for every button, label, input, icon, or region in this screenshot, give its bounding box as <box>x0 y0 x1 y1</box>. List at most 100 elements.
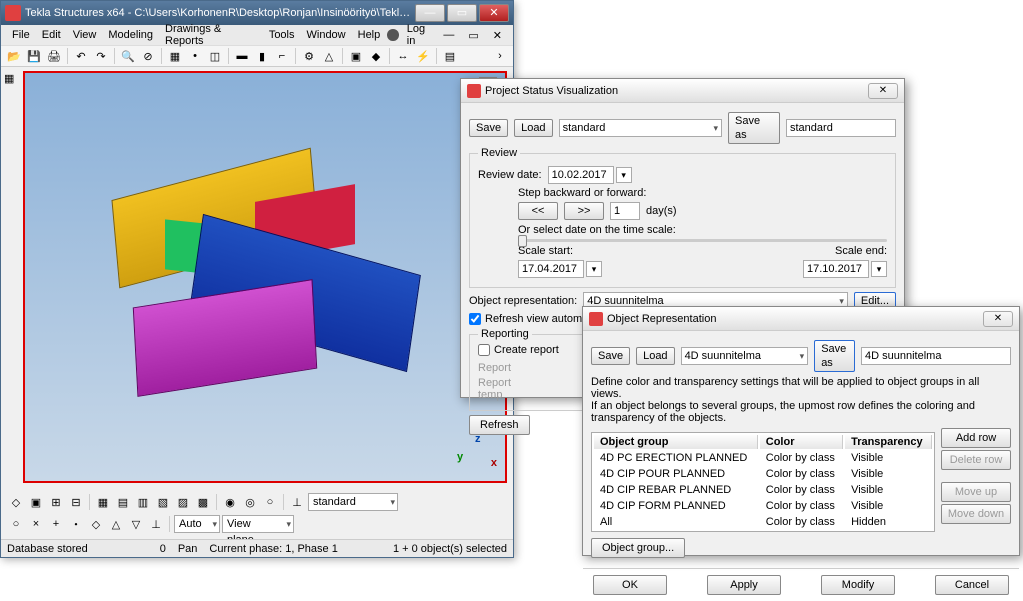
menu-help[interactable]: Help <box>353 28 386 42</box>
table-row[interactable]: 4D CIP FORM PLANNEDColor by classVisible <box>594 499 932 513</box>
delete-row-button[interactable]: Delete row <box>941 450 1011 470</box>
snapH-icon[interactable]: ⊥ <box>147 515 165 533</box>
obj-close-icon[interactable]: ✕ <box>983 311 1013 327</box>
menu-file[interactable]: File <box>7 28 35 42</box>
cell-group[interactable]: 4D CIP REBAR PLANNED <box>594 483 758 497</box>
close-button[interactable]: ✕ <box>479 4 509 22</box>
col-group[interactable]: Object group <box>594 435 758 449</box>
psv-step-fwd-button[interactable]: >> <box>564 202 604 220</box>
filter6-icon[interactable]: ▩ <box>194 493 212 511</box>
obj-save-as-field[interactable] <box>861 347 1011 365</box>
menu-drawings[interactable]: Drawings & Reports <box>160 22 262 48</box>
psv-save-as-button[interactable]: Save as <box>728 112 780 144</box>
calendar-icon[interactable]: ▾ <box>586 261 602 277</box>
psv-preset-combo[interactable]: standard <box>559 119 722 137</box>
cell-trans[interactable]: Visible <box>845 499 932 513</box>
plot-icon[interactable]: 🖨 <box>45 47 63 65</box>
close-inner-icon[interactable]: ✕ <box>488 28 507 43</box>
obj-table[interactable]: Object group Color Transparency 4D PC ER… <box>591 432 935 532</box>
move-down-button[interactable]: Move down <box>941 504 1011 524</box>
filter2-icon[interactable]: ▤ <box>114 493 132 511</box>
obj-preset-combo[interactable]: 4D suunnitelma <box>681 347 809 365</box>
snapE-icon[interactable]: ◇ <box>87 515 105 533</box>
cell-trans[interactable]: Visible <box>845 451 932 465</box>
scope-dropdown[interactable]: standard <box>308 493 398 511</box>
save-icon[interactable]: 💾 <box>25 47 43 65</box>
view-icon[interactable]: ◫ <box>206 47 224 65</box>
snapG-icon[interactable]: ▽ <box>127 515 145 533</box>
snapC-icon[interactable]: + <box>47 515 65 533</box>
modify-button[interactable]: Modify <box>821 575 895 595</box>
calendar-icon[interactable]: ▾ <box>871 261 887 277</box>
menu-modeling[interactable]: Modeling <box>103 28 158 42</box>
interrupt-icon[interactable]: ⊘ <box>139 47 157 65</box>
psv-step-back-button[interactable]: << <box>518 202 558 220</box>
binoculars-icon[interactable]: 🔍 <box>119 47 137 65</box>
table-row[interactable]: 4D PC ERECTION PLANNEDColor by classVisi… <box>594 451 932 465</box>
psv-refresh-button[interactable]: Refresh <box>469 415 530 435</box>
grid-icon[interactable]: ▦ <box>166 47 184 65</box>
menu-window[interactable]: Window <box>302 28 351 42</box>
palette-icon[interactable]: ▦ <box>3 71 21 89</box>
drawing-icon[interactable]: ▤ <box>441 47 459 65</box>
col-color[interactable]: Color <box>760 435 843 449</box>
ok-button[interactable]: OK <box>593 575 667 595</box>
redo-icon[interactable]: ↷ <box>92 47 110 65</box>
obj-save-button[interactable]: Save <box>591 347 630 365</box>
column-icon[interactable]: ▮ <box>253 47 271 65</box>
psv-titlebar[interactable]: Project Status Visualization ✕ <box>461 79 904 103</box>
menu-edit[interactable]: Edit <box>37 28 66 42</box>
login-button[interactable]: Log in <box>387 22 434 48</box>
measure-icon[interactable]: ↔ <box>394 47 412 65</box>
cell-color[interactable]: Color by class <box>760 467 843 481</box>
psv-scale-end-field[interactable] <box>803 260 869 278</box>
psv-step-count-field[interactable] <box>610 202 640 220</box>
auto-dropdown[interactable]: Auto <box>174 515 220 533</box>
sel1-icon[interactable]: ◉ <box>221 493 239 511</box>
cell-color[interactable]: Color by class <box>760 515 843 529</box>
apply-button[interactable]: Apply <box>707 575 781 595</box>
calendar-icon[interactable]: ▾ <box>616 167 632 183</box>
polybeam-icon[interactable]: ⌐ <box>273 47 291 65</box>
table-row[interactable]: AllColor by classHidden <box>594 515 932 529</box>
minimize-button[interactable]: — <box>415 4 445 22</box>
maximize-button[interactable]: ▭ <box>447 4 477 22</box>
component-icon[interactable]: ◆ <box>367 47 385 65</box>
obj-titlebar[interactable]: Object Representation ✕ <box>583 307 1019 331</box>
cancel-button[interactable]: Cancel <box>935 575 1009 595</box>
select-icon[interactable]: ▣ <box>347 47 365 65</box>
object-group-button[interactable]: Object group... <box>591 538 685 558</box>
point-icon[interactable]: • <box>186 47 204 65</box>
menu-view[interactable]: View <box>68 28 102 42</box>
undo-icon[interactable]: ↶ <box>72 47 90 65</box>
cell-trans[interactable]: Visible <box>845 467 932 481</box>
filter4-icon[interactable]: ▧ <box>154 493 172 511</box>
filter5-icon[interactable]: ▨ <box>174 493 192 511</box>
cell-group[interactable]: 4D CIP FORM PLANNED <box>594 499 758 513</box>
table-row[interactable]: 4D CIP POUR PLANNEDColor by classVisible <box>594 467 932 481</box>
sel2-icon[interactable]: ◎ <box>241 493 259 511</box>
cell-color[interactable]: Color by class <box>760 499 843 513</box>
cell-color[interactable]: Color by class <box>760 483 843 497</box>
menu-tools[interactable]: Tools <box>264 28 300 42</box>
add-row-button[interactable]: Add row <box>941 428 1011 448</box>
psv-close-icon[interactable]: ✕ <box>868 83 898 99</box>
psv-load-button[interactable]: Load <box>514 119 552 137</box>
cell-group[interactable]: 4D CIP POUR PLANNED <box>594 467 758 481</box>
restore-icon[interactable]: ▭ <box>463 28 483 43</box>
sel3-icon[interactable]: ○ <box>261 493 279 511</box>
col-trans[interactable]: Transparency <box>845 435 932 449</box>
cell-trans[interactable]: Visible <box>845 483 932 497</box>
viewport-3d[interactable]: z y x <box>23 71 507 483</box>
cell-group[interactable]: All <box>594 515 758 529</box>
psv-save-as-field[interactable] <box>786 119 896 137</box>
snap3-icon[interactable]: ⊞ <box>47 493 65 511</box>
psv-review-date-field[interactable] <box>548 166 614 184</box>
snapA-icon[interactable]: ○ <box>7 515 25 533</box>
snapD-icon[interactable]: ・ <box>67 515 85 533</box>
psv-create-report-checkbox[interactable]: Create report <box>478 344 559 356</box>
snap4-icon[interactable]: ⊟ <box>67 493 85 511</box>
table-row[interactable]: 4D CIP REBAR PLANNEDColor by classVisibl… <box>594 483 932 497</box>
collapse-icon[interactable]: — <box>438 28 459 42</box>
psv-timescale-slider[interactable] <box>518 239 887 242</box>
